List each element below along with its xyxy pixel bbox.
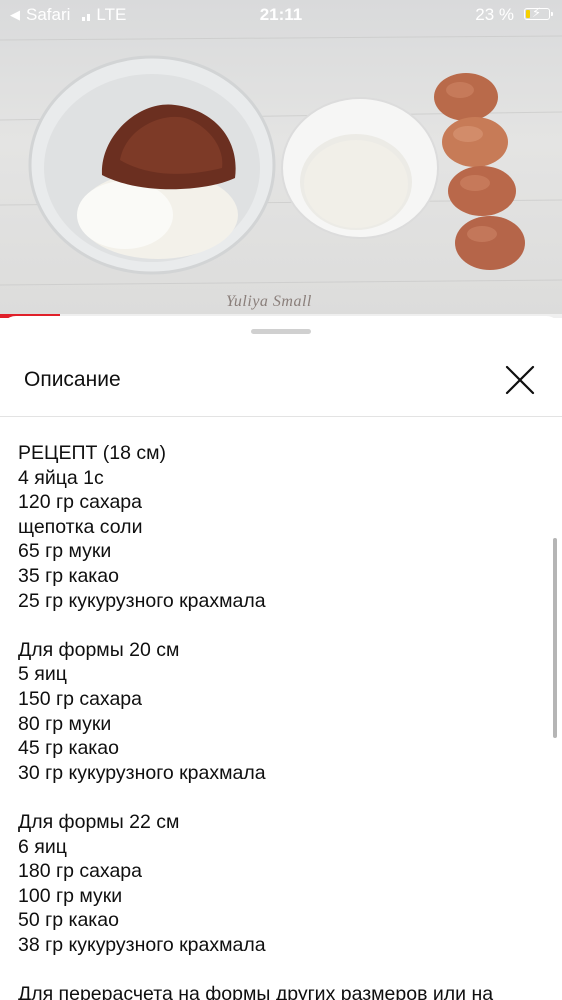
close-button[interactable] bbox=[500, 360, 540, 400]
screen: Yuliya Small ◀ Safari LTE 21:11 23 % ⚡ О… bbox=[0, 0, 562, 1000]
status-bar: ◀ Safari LTE 21:11 23 % ⚡ bbox=[0, 0, 562, 30]
battery-fill bbox=[526, 10, 530, 18]
description-line: Для перерасчета на формы других размеров… bbox=[18, 983, 494, 1000]
battery-percent: 23 % bbox=[475, 5, 514, 24]
description-line: 35 гр какао bbox=[18, 564, 119, 587]
close-icon bbox=[505, 365, 535, 395]
description-line: 45 гр какао bbox=[18, 737, 119, 760]
description-line: РЕЦЕПТ (18 см) bbox=[18, 442, 167, 464]
sheet-drag-handle[interactable] bbox=[251, 329, 311, 334]
description-text: РЕЦЕПТ (18 см) 4 яйца 1с 120 гр сахара щепо… bbox=[18, 441, 548, 1000]
description-line: Для формы 22 см bbox=[18, 810, 180, 833]
description-line: 4 яйца 1с bbox=[18, 466, 104, 489]
description-sheet: Описание РЕЦЕПТ (18 см) 4 яйца 1с 120 гр с… bbox=[0, 316, 562, 1000]
description-line: 30 гр кукурузного крахмала bbox=[18, 761, 266, 784]
description-line: 50 гр какао bbox=[18, 909, 119, 932]
description-line: 65 гр муки bbox=[18, 540, 112, 563]
battery-icon: ⚡ bbox=[524, 5, 553, 20]
description-line: 6 яиц bbox=[18, 835, 67, 858]
description-line: 100 гр муки bbox=[18, 884, 123, 907]
video-watermark: Yuliya Small bbox=[226, 293, 312, 310]
charging-bolt-icon: ⚡ bbox=[532, 5, 542, 20]
description-line: Для формы 20 см bbox=[18, 638, 180, 661]
description-line: 25 гр кукурузного крахмала bbox=[18, 589, 266, 612]
video-frame-image bbox=[0, 35, 562, 286]
description-line: 5 яиц bbox=[18, 663, 67, 686]
description-line: 80 гр муки bbox=[18, 712, 112, 735]
sheet-title: Описание bbox=[24, 368, 121, 391]
description-line: 180 гр сахара bbox=[18, 860, 142, 883]
description-line: 150 гр сахара bbox=[18, 687, 142, 710]
video-player[interactable]: Yuliya Small bbox=[0, 0, 562, 318]
description-line: 120 гр сахара bbox=[18, 491, 142, 514]
sheet-header: Описание bbox=[0, 346, 562, 417]
description-line: 38 гр кукурузного крахмала bbox=[18, 933, 266, 956]
scrollbar[interactable] bbox=[553, 538, 557, 738]
description-line: щепотка соли bbox=[18, 515, 143, 538]
